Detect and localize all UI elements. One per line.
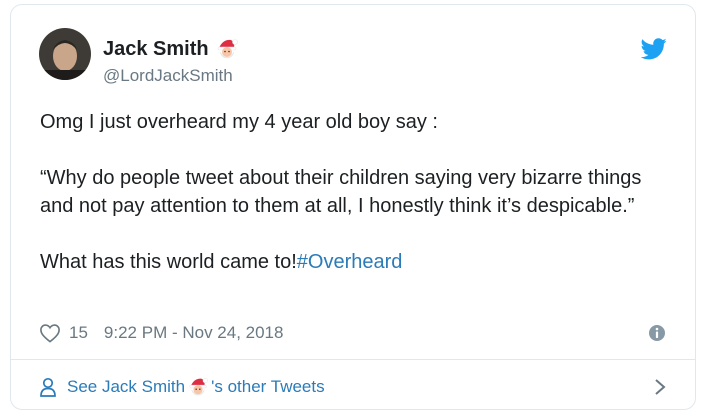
twitter-icon[interactable] <box>641 38 667 60</box>
avatar[interactable] <box>39 28 91 80</box>
divider <box>11 359 695 360</box>
tweet-quote: “Why do people tweet about their childre… <box>40 167 642 217</box>
tweet-closing-text: What has this world came to! <box>40 251 297 273</box>
santa-emoji-icon <box>215 37 239 61</box>
santa-emoji-icon <box>187 376 209 398</box>
tweet-text: Omg I just overheard my 4 year old boy s… <box>40 108 670 276</box>
tweet-text-line: Omg I just overheard my 4 year old boy s… <box>40 111 438 133</box>
chevron-right-icon[interactable] <box>653 377 667 397</box>
author-handle[interactable]: @LordJackSmith <box>103 66 233 86</box>
like-count[interactable]: 15 <box>69 323 88 343</box>
hashtag-link[interactable]: #Overheard <box>297 251 403 273</box>
tweet-timestamp[interactable]: 9:22 PM - Nov 24, 2018 <box>104 323 284 343</box>
tweet-meta: 15 9:22 PM - Nov 24, 2018 <box>39 319 667 347</box>
footer-link-prefix[interactable]: See Jack Smith <box>67 377 185 397</box>
info-icon[interactable] <box>647 323 667 343</box>
author-name-row[interactable]: Jack Smith <box>103 37 239 61</box>
tweet-closing-line: What has this world came to!#Overheard <box>40 248 670 276</box>
author-name[interactable]: Jack Smith <box>103 38 209 61</box>
heart-icon[interactable] <box>39 323 61 343</box>
see-other-tweets-link[interactable]: See Jack Smith 's other Tweets <box>39 373 667 401</box>
person-icon <box>40 377 56 397</box>
tweet-card: Jack Smith @LordJackSmith Omg I just ove… <box>10 4 696 410</box>
footer-link-suffix[interactable]: 's other Tweets <box>211 377 325 397</box>
